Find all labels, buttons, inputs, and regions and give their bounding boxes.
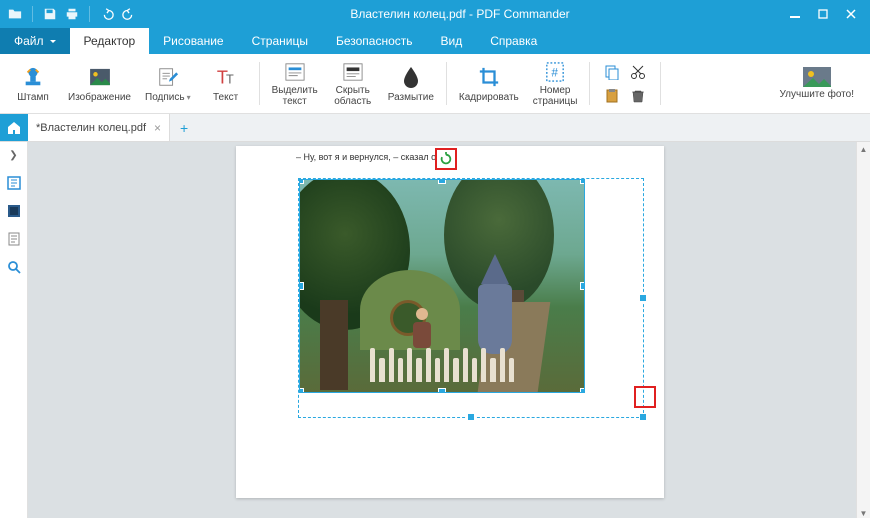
- text-icon: TT: [213, 64, 239, 90]
- text-label: Текст: [213, 92, 238, 103]
- vertical-scrollbar[interactable]: ▲ ▼: [856, 142, 870, 518]
- separator: [589, 62, 590, 105]
- crop-frame[interactable]: [298, 178, 644, 418]
- svg-text:T: T: [226, 71, 234, 86]
- resize-handle-bl[interactable]: [299, 388, 304, 393]
- signature-label: Подпись: [145, 92, 185, 103]
- resize-handle-b[interactable]: [438, 388, 446, 393]
- menu-editor[interactable]: Редактор: [70, 28, 150, 54]
- frame-handle-b[interactable]: [467, 413, 475, 421]
- separator: [660, 62, 661, 105]
- highlight-button[interactable]: Выделить текст: [268, 58, 322, 109]
- crop-button[interactable]: Кадрировать: [455, 58, 523, 109]
- text-button[interactable]: TT Текст: [201, 58, 251, 109]
- stamp-icon: [20, 64, 46, 90]
- resize-handle-l[interactable]: [299, 282, 304, 290]
- menu-help[interactable]: Справка: [476, 28, 551, 54]
- pagenum-icon: #: [542, 60, 568, 83]
- scroll-up-icon[interactable]: ▲: [857, 142, 870, 156]
- crop-label: Кадрировать: [459, 92, 519, 103]
- chevron-down-icon: ▾: [187, 93, 191, 102]
- frame-handle-br[interactable]: [639, 413, 647, 421]
- blur-label: Размытие: [388, 92, 434, 103]
- minimize-icon[interactable]: [786, 5, 804, 23]
- menu-pages[interactable]: Страницы: [238, 28, 322, 54]
- svg-text:#: #: [551, 65, 558, 79]
- scroll-down-icon[interactable]: ▼: [857, 506, 870, 518]
- resize-handle-tl[interactable]: [299, 179, 304, 184]
- resize-handle-t[interactable]: [438, 179, 446, 184]
- document-canvas[interactable]: – Ну, вот я и вернулся, – сказал он.: [28, 142, 870, 518]
- blur-icon: [398, 64, 424, 90]
- illustration: [300, 180, 584, 392]
- menu-view[interactable]: Вид: [427, 28, 477, 54]
- pagenum-button[interactable]: # Номер страницы: [529, 58, 582, 109]
- document-tab[interactable]: *Властелин колец.pdf ×: [28, 114, 170, 141]
- attachments-icon[interactable]: [5, 230, 23, 248]
- highlight-icon: [282, 60, 308, 83]
- blur-button[interactable]: Размытие: [384, 58, 438, 109]
- frame-handle-r[interactable]: [639, 294, 647, 302]
- image-button[interactable]: Изображение: [64, 58, 135, 109]
- home-button[interactable]: [0, 114, 28, 141]
- stamp-button[interactable]: Штамп: [8, 58, 58, 109]
- pagenum-label: Номер страницы: [533, 85, 578, 107]
- promo-icon: [803, 67, 831, 87]
- maximize-icon[interactable]: [814, 5, 832, 23]
- highlight-label: Выделить текст: [272, 85, 318, 107]
- image-icon: [87, 64, 113, 90]
- bookmarks-icon[interactable]: [5, 202, 23, 220]
- paste-icon[interactable]: [602, 86, 622, 106]
- window-title: Властелин колец.pdf - PDF Commander: [144, 7, 776, 21]
- resize-handle-br[interactable]: [580, 388, 585, 393]
- expand-panel-icon[interactable]: ❯: [0, 146, 27, 164]
- search-icon[interactable]: [5, 258, 23, 276]
- copy-icon[interactable]: [602, 62, 622, 82]
- stamp-label: Штамп: [17, 92, 48, 103]
- signature-button[interactable]: Подпись▾: [141, 58, 195, 109]
- hidearea-label: Скрыть область: [334, 85, 371, 107]
- page-text: – Ну, вот я и вернулся, – сказал он.: [296, 152, 444, 162]
- print-icon[interactable]: [63, 5, 81, 23]
- hidearea-icon: [340, 60, 366, 83]
- hidearea-button[interactable]: Скрыть область: [328, 58, 378, 109]
- promo-button[interactable]: Улучшите фото!: [771, 65, 862, 102]
- thumbnails-icon[interactable]: [5, 174, 23, 192]
- close-tab-icon[interactable]: ×: [154, 121, 161, 135]
- document-tab-label: *Властелин колец.pdf: [36, 122, 146, 134]
- inserted-image[interactable]: [299, 179, 585, 393]
- cut-icon[interactable]: [628, 62, 648, 82]
- separator: [259, 62, 260, 105]
- save-icon[interactable]: [41, 5, 59, 23]
- separator: [32, 6, 33, 22]
- resize-handle-r[interactable]: [580, 282, 585, 290]
- crop-icon: [476, 64, 502, 90]
- menu-draw[interactable]: Рисование: [149, 28, 237, 54]
- resize-handle-tr[interactable]: [580, 179, 585, 184]
- delete-icon[interactable]: [628, 86, 648, 106]
- rotate-handle[interactable]: [435, 148, 457, 170]
- separator: [89, 6, 90, 22]
- separator: [446, 62, 447, 105]
- open-icon[interactable]: [6, 5, 24, 23]
- menu-file[interactable]: Файл: [0, 28, 70, 54]
- add-tab-button[interactable]: +: [170, 114, 198, 141]
- menu-security[interactable]: Безопасность: [322, 28, 427, 54]
- image-label: Изображение: [68, 92, 131, 103]
- promo-label: Улучшите фото!: [779, 89, 854, 100]
- undo-icon[interactable]: [98, 5, 116, 23]
- redo-icon[interactable]: [120, 5, 138, 23]
- close-icon[interactable]: [842, 5, 860, 23]
- signature-icon: [155, 64, 181, 90]
